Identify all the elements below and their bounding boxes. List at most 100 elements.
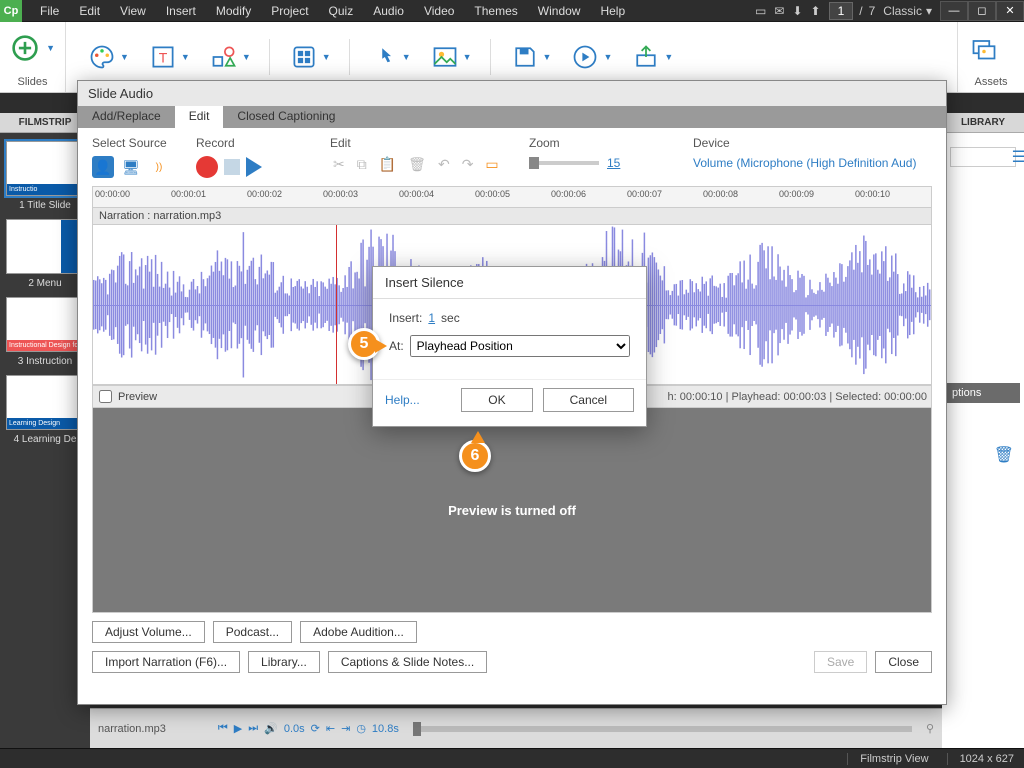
- timeline-loop-icon[interactable]: ⟳: [311, 722, 320, 735]
- adjust-volume-button[interactable]: Adjust Volume...: [92, 621, 205, 643]
- slide-thumb-4[interactable]: Learning Design 4 Learning De: [6, 375, 84, 445]
- zoom-slider[interactable]: [529, 161, 599, 165]
- insert-silence-icon[interactable]: ▭: [482, 156, 501, 173]
- themes-icon[interactable]: [86, 41, 118, 73]
- cancel-button[interactable]: Cancel: [543, 388, 634, 412]
- mic-source-icon[interactable]: 👤: [92, 156, 114, 178]
- insert-value[interactable]: 1: [428, 311, 435, 325]
- menu-quiz[interactable]: Quiz: [319, 0, 364, 22]
- system-source-icon[interactable]: 🖥: [120, 156, 142, 178]
- delete-icon[interactable]: 🗑: [405, 156, 429, 173]
- timeline-zoom-icon[interactable]: ⚲: [926, 722, 934, 735]
- tab-add-replace[interactable]: Add/Replace: [78, 106, 175, 128]
- timeline-ruler[interactable]: 00:00:00 00:00:01 00:00:02 00:00:03 00:0…: [92, 186, 932, 208]
- library-button[interactable]: Library...: [248, 651, 320, 673]
- right-panel: ☰ ptions 🗑: [942, 133, 1024, 748]
- media-icon[interactable]: [429, 41, 461, 73]
- copy-icon[interactable]: ⧉: [354, 156, 370, 173]
- adobe-audition-button[interactable]: Adobe Audition...: [300, 621, 417, 643]
- shapes-icon[interactable]: [208, 41, 240, 73]
- maximize-button[interactable]: ◻: [968, 1, 996, 21]
- cut-icon[interactable]: ✂: [330, 156, 348, 173]
- timeline-play-icon[interactable]: ▶: [234, 722, 242, 735]
- help-link[interactable]: Help...: [385, 393, 420, 407]
- menu-themes[interactable]: Themes: [464, 0, 527, 22]
- timeline-marker2-icon[interactable]: ⇥: [341, 722, 350, 735]
- menu-video[interactable]: Video: [414, 0, 464, 22]
- tab-edit[interactable]: Edit: [175, 106, 224, 128]
- page-indicator: 1 / 7: [829, 2, 876, 20]
- menu-audio[interactable]: Audio: [363, 0, 414, 22]
- preview-checkbox[interactable]: [99, 390, 112, 403]
- play-button[interactable]: [246, 157, 262, 177]
- objects-icon[interactable]: [288, 41, 320, 73]
- assets-label: Assets: [958, 74, 1024, 92]
- close-dialog-button[interactable]: Close: [875, 651, 932, 673]
- preview-area: Preview is turned off: [92, 408, 932, 613]
- edit-label: Edit: [330, 136, 505, 150]
- text-icon[interactable]: T: [147, 41, 179, 73]
- narration-label: Narration : narration.mp3: [92, 208, 932, 225]
- timeline-ff-icon[interactable]: ⏭: [248, 722, 258, 735]
- captions-button[interactable]: Captions & Slide Notes...: [328, 651, 487, 673]
- at-select[interactable]: Playhead Position: [410, 335, 630, 357]
- import-narration-button[interactable]: Import Narration (F6)...: [92, 651, 240, 673]
- chevron-down-icon[interactable]: ▼: [46, 43, 55, 53]
- menubar: File Edit View Insert Modify Project Qui…: [30, 0, 755, 22]
- timeline-clock-icon[interactable]: ◷: [356, 722, 366, 735]
- stop-button[interactable]: [224, 159, 240, 175]
- minimize-button[interactable]: —: [940, 1, 968, 21]
- select-source-label: Select Source: [92, 136, 172, 150]
- page-current[interactable]: 1: [829, 2, 854, 20]
- trash-icon[interactable]: 🗑: [994, 445, 1014, 465]
- record-button[interactable]: [196, 156, 218, 178]
- menu-project[interactable]: Project: [261, 0, 318, 22]
- paste-icon[interactable]: 📋: [376, 156, 399, 173]
- playhead[interactable]: [336, 225, 337, 384]
- add-slide-button[interactable]: [10, 32, 40, 64]
- menu-window[interactable]: Window: [528, 0, 591, 22]
- options-tab[interactable]: ptions: [946, 383, 1020, 403]
- menu-view[interactable]: View: [110, 0, 156, 22]
- close-button[interactable]: ✕: [996, 1, 1024, 21]
- timeline-rewind-icon[interactable]: ⏮: [218, 722, 228, 735]
- redo-icon[interactable]: ↷: [459, 156, 477, 173]
- app-icon: Cp: [0, 0, 22, 22]
- menu-help[interactable]: Help: [590, 0, 635, 22]
- mail-icon[interactable]: ✉: [774, 4, 784, 18]
- menu-file[interactable]: File: [30, 0, 69, 22]
- slide-thumb-2[interactable]: Main 2 Menu: [6, 219, 84, 289]
- zoom-value[interactable]: 15: [607, 156, 620, 170]
- list-mode-icon[interactable]: ☰: [1012, 149, 1024, 166]
- menu-modify[interactable]: Modify: [206, 0, 261, 22]
- upload-icon[interactable]: ⬆: [811, 4, 821, 18]
- library-search[interactable]: [950, 147, 1016, 167]
- interactions-icon[interactable]: [368, 41, 400, 73]
- dialog-title: Slide Audio: [78, 81, 946, 106]
- menu-insert[interactable]: Insert: [156, 0, 206, 22]
- library-header[interactable]: LIBRARY: [942, 113, 1024, 133]
- insert-unit: sec: [441, 311, 460, 325]
- record-label: Record: [196, 136, 306, 150]
- preview-icon[interactable]: [569, 41, 601, 73]
- signal-icon: )): [148, 156, 170, 178]
- status-view: Filmstrip View: [847, 753, 928, 765]
- undo-icon[interactable]: ↶: [435, 156, 453, 173]
- menu-edit[interactable]: Edit: [69, 0, 110, 22]
- timeline-end-time: 10.8s: [372, 723, 399, 735]
- device-label: Device: [693, 136, 916, 150]
- tab-closed-captioning[interactable]: Closed Captioning: [223, 106, 349, 128]
- podcast-button[interactable]: Podcast...: [213, 621, 292, 643]
- slide-thumb-1[interactable]: Instructio 1 Title Slide: [6, 141, 84, 211]
- timeline-mute-icon[interactable]: 🔊: [264, 722, 278, 735]
- timeline-marker-icon[interactable]: ⇤: [326, 722, 335, 735]
- ok-button[interactable]: OK: [461, 388, 532, 412]
- assets-icon[interactable]: [968, 32, 1000, 64]
- sync-icon[interactable]: ▭: [755, 4, 766, 18]
- download-icon[interactable]: ⬇: [792, 4, 802, 18]
- slide-thumb-3[interactable]: Instructional Design fo 3 Instruction: [6, 297, 84, 367]
- device-link[interactable]: Volume (Microphone (High Definition Aud): [693, 156, 916, 170]
- publish-icon[interactable]: [630, 41, 662, 73]
- save-icon[interactable]: [509, 41, 541, 73]
- layout-select[interactable]: Classic▾: [875, 4, 940, 18]
